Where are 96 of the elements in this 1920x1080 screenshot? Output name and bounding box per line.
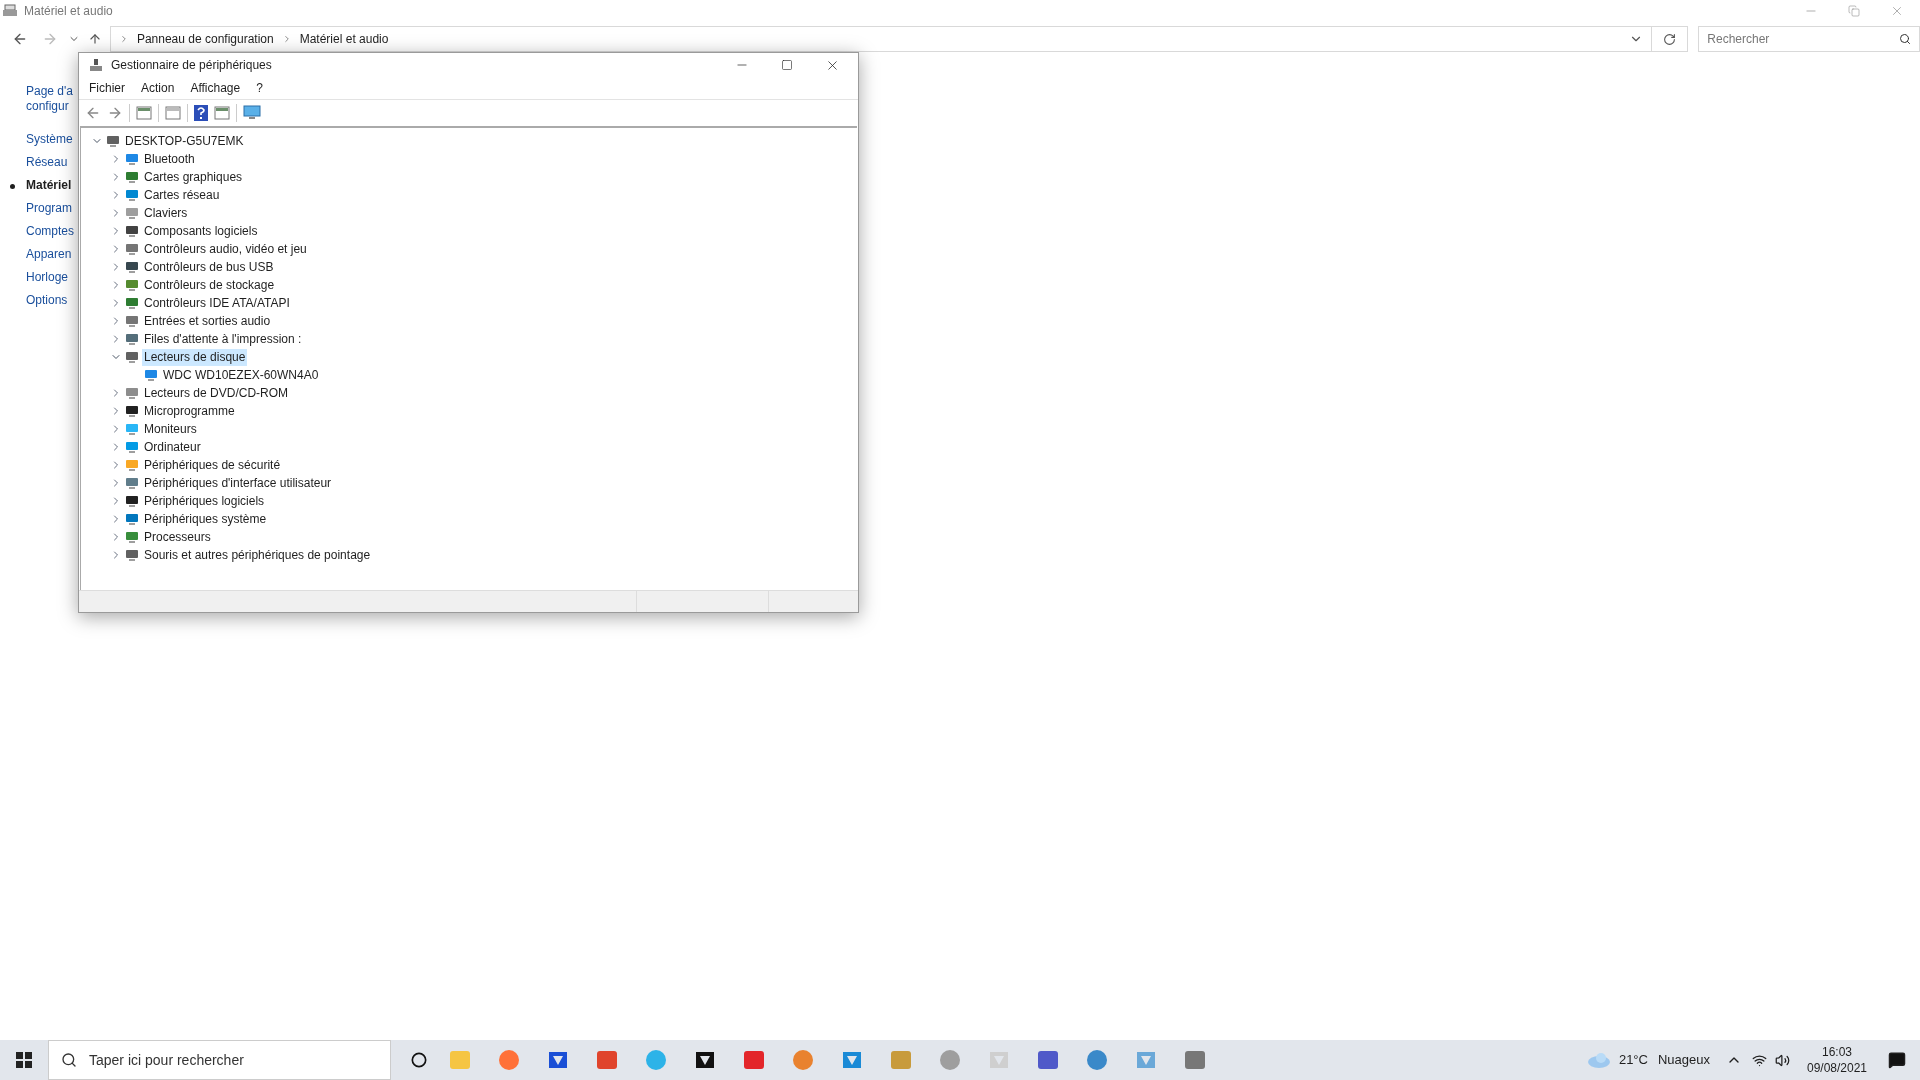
tree-item[interactable]: Périphériques logiciels	[142, 492, 267, 510]
tree-item[interactable]: Moniteurs	[142, 420, 199, 438]
notifications-icon[interactable]	[1888, 1051, 1906, 1069]
nav-link[interactable]: Matériel	[26, 178, 72, 192]
menu-item[interactable]: Affichage	[190, 79, 241, 97]
tree-item[interactable]: Composants logiciels	[142, 222, 260, 240]
nav-link[interactable]: Page d'a	[26, 84, 73, 98]
tree-item[interactable]: Lecteurs de disque	[142, 348, 248, 366]
device-icon	[125, 530, 139, 544]
clock-date[interactable]: 09/08/2021	[1806, 1060, 1868, 1076]
tree-item[interactable]: Contrôleurs de stockage	[142, 276, 277, 294]
nav-link[interactable]: Horloge	[26, 270, 69, 284]
device-icon	[125, 350, 139, 364]
computer-icon	[89, 58, 103, 72]
nav-link[interactable]: Système	[26, 132, 73, 146]
breadcrumb[interactable]: Panneau de configuration	[136, 30, 274, 48]
volume-icon[interactable]	[1775, 1052, 1790, 1068]
task-view-icon[interactable]	[411, 1052, 427, 1068]
window-title: Matériel et audio	[24, 3, 113, 20]
nav-link[interactable]: Options	[26, 293, 68, 307]
tree-item[interactable]: WDC WD10EZEX-60WN4A0	[161, 366, 321, 384]
forward-icon[interactable]	[107, 105, 123, 121]
action-pane-icon[interactable]	[214, 105, 230, 121]
temperature[interactable]: 21°C	[1618, 1050, 1648, 1070]
device-icon	[125, 314, 139, 328]
device-icon	[125, 404, 139, 418]
clock-time[interactable]: 16:03	[1822, 1044, 1852, 1060]
monitor-icon[interactable]	[243, 105, 261, 121]
windows-icon[interactable]	[16, 1052, 32, 1068]
tree-item[interactable]: Périphériques système	[142, 510, 269, 528]
up-icon[interactable]	[87, 32, 102, 46]
tree-item[interactable]: Entrées et sorties audio	[142, 312, 273, 330]
device-icon	[125, 152, 139, 166]
tree-item[interactable]: Souris et autres périphériques de pointage	[142, 546, 373, 564]
device-icon	[144, 368, 158, 382]
device-icon	[125, 296, 139, 310]
tree-item[interactable]: Files d'attente à l'impression :	[142, 330, 304, 348]
tree-item[interactable]: Ordinateur	[142, 438, 203, 456]
tree-item[interactable]: Contrôleurs IDE ATA/ATAPI	[142, 294, 292, 312]
device-icon	[125, 242, 139, 256]
nav-link[interactable]: Apparen	[26, 247, 72, 261]
device-icon	[125, 278, 139, 292]
menu-item[interactable]: Action	[141, 79, 175, 97]
device-icon	[125, 440, 139, 454]
device-icon	[125, 332, 139, 346]
printer-icon	[2, 3, 18, 19]
weather-condition[interactable]: Nuageux	[1657, 1050, 1710, 1070]
refresh-button[interactable]	[1652, 26, 1689, 52]
device-icon	[125, 512, 139, 526]
breadcrumb[interactable]: Matériel et audio	[299, 30, 389, 48]
search-icon[interactable]	[1899, 33, 1911, 45]
tree-item[interactable]: Périphériques de sécurité	[142, 456, 283, 474]
network-icon[interactable]	[1752, 1052, 1767, 1068]
maximize-icon[interactable]	[781, 59, 793, 71]
properties-icon[interactable]	[165, 105, 181, 121]
tree-item[interactable]: Processeurs	[142, 528, 213, 546]
help-icon[interactable]	[194, 105, 208, 121]
tree-item[interactable]: Bluetooth	[142, 150, 197, 168]
search-icon	[61, 1052, 77, 1068]
tree-item[interactable]: Contrôleurs audio, vidéo et jeu	[142, 240, 309, 258]
menu-item[interactable]: Fichier	[89, 79, 125, 97]
search-field[interactable]: Taper ici pour rechercher	[48, 1040, 391, 1080]
device-icon	[125, 548, 139, 562]
tree-item[interactable]: Périphériques d'interface utilisateur	[142, 474, 334, 492]
device-icon	[125, 494, 139, 508]
window-title: Gestionnaire de périphériques	[111, 57, 272, 74]
menu-item[interactable]: ?	[256, 79, 263, 97]
tree-item[interactable]: Lecteurs de DVD/CD-ROM	[142, 384, 291, 402]
restore-icon[interactable]	[1848, 5, 1860, 17]
back-icon[interactable]	[12, 31, 28, 47]
nav-link[interactable]: Comptes	[26, 224, 75, 238]
device-icon	[125, 260, 139, 274]
back-icon[interactable]	[85, 105, 101, 121]
tree-item[interactable]: Cartes réseau	[142, 186, 222, 204]
device-icon	[125, 476, 139, 490]
tree-item[interactable]: Contrôleurs de bus USB	[142, 258, 276, 276]
tree-item[interactable]: Claviers	[142, 204, 190, 222]
tree-item[interactable]: DESKTOP-G5U7EMK	[123, 132, 246, 150]
device-icon	[125, 386, 139, 400]
device-icon	[125, 422, 139, 436]
device-icon	[106, 134, 120, 148]
device-icon	[125, 188, 139, 202]
nav-link[interactable]: Program	[26, 201, 72, 215]
tree-item[interactable]: Cartes graphiques	[142, 168, 245, 186]
device-icon	[125, 170, 139, 184]
device-icon	[125, 206, 139, 220]
nav-link[interactable]: configur	[26, 99, 69, 113]
address-bar[interactable]: Panneau de configuration Matériel et audio	[109, 26, 1653, 52]
nav-link[interactable]: Réseau	[26, 155, 68, 169]
tree-item[interactable]: Microprogramme	[142, 402, 237, 420]
console-tree-icon[interactable]	[136, 105, 152, 121]
search-field[interactable]: Rechercher	[1698, 26, 1920, 52]
device-icon	[125, 458, 139, 472]
cloud-icon	[1586, 1052, 1611, 1068]
device-icon	[125, 224, 139, 238]
refresh-icon[interactable]	[1663, 32, 1677, 46]
